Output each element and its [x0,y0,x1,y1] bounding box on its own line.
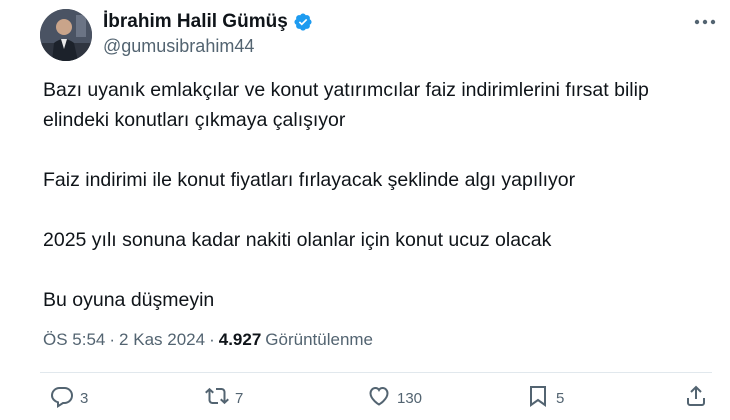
like-button[interactable]: 130 [367,384,422,412]
action-bar: 3 7 130 5 [0,384,730,416]
views-count: 4.927 [218,330,262,349]
reply-button[interactable]: 3 [50,384,88,412]
like-count: 130 [397,389,423,407]
tweet-date[interactable]: 2 Kas 2024 [119,330,205,350]
divider [40,372,712,373]
like-icon [367,384,391,412]
share-button[interactable] [684,384,708,412]
retweet-icon [205,384,229,412]
bookmark-count: 5 [556,389,565,407]
author-display-name[interactable]: İbrahim Halil Gümüş [103,11,288,33]
reply-icon [50,384,74,412]
meta-separator: · [109,330,116,349]
tweet-card: İbrahim Halil Gümüş @gumusibrahim44 Bazı… [0,0,730,420]
tweet-paragraph: Bazı uyanık emlakçılar ve konut yatırımc… [43,79,649,131]
author-handle[interactable]: @gumusibrahim44 [103,36,254,57]
author-name-row: İbrahim Halil Gümüş [103,11,313,33]
tweet-paragraph: Faiz indirimi ile konut fiyatları fırlay… [43,169,576,191]
share-icon [684,384,708,412]
tweet-paragraph: Bu oyuna düşmeyin [43,289,215,311]
more-options-icon[interactable] [692,12,718,32]
bookmark-button[interactable]: 5 [526,384,564,412]
tweet-time[interactable]: ÖS 5:54 [43,330,105,350]
tweet-text: Bazı uyanık emlakçılar ve konut yatırımc… [43,75,703,345]
tweet-meta: ÖS 5:54 · 2 Kas 2024 · 4.927 Görüntülenm… [43,330,373,350]
verified-badge-icon [293,12,313,32]
retweet-count: 7 [235,389,244,407]
retweet-button[interactable]: 7 [205,384,243,412]
bookmark-icon [526,384,550,412]
tweet-paragraph: 2025 yılı sonuna kadar nakiti olanlar iç… [43,229,552,251]
views-label: Görüntülenme [265,330,374,349]
reply-count: 3 [80,389,89,407]
meta-separator: · [209,330,215,349]
avatar[interactable] [40,9,92,61]
